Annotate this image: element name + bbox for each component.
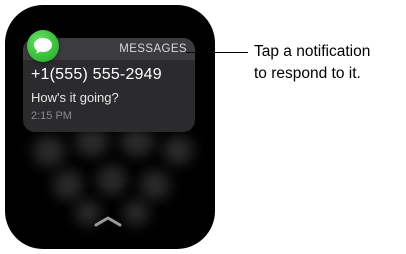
messages-icon [27,30,59,62]
blurred-app-icon [123,200,149,226]
sender-phone-number: +1(555) 555-2949 [31,66,162,83]
message-preview: How's it going? [31,90,119,105]
chevron-up-icon[interactable] [93,215,123,227]
blurred-app-icon [163,135,193,165]
app-name-label: MESSAGES [119,43,187,55]
callout-leader-line [186,52,248,53]
blurred-app-icon [97,165,127,195]
callout-line-1: Tap a notification [254,43,371,60]
blurred-app-icon [33,135,65,167]
illustration: MESSAGES +1(555) 555-2949 How's it going… [0,0,406,254]
callout-line-2: to respond to it. [254,65,361,82]
blurred-app-icon [140,170,170,200]
message-timestamp: 2:15 PM [31,110,72,122]
blurred-app-icon [53,170,83,200]
callout-caption: Tap a notification to respond to it. [254,41,370,85]
